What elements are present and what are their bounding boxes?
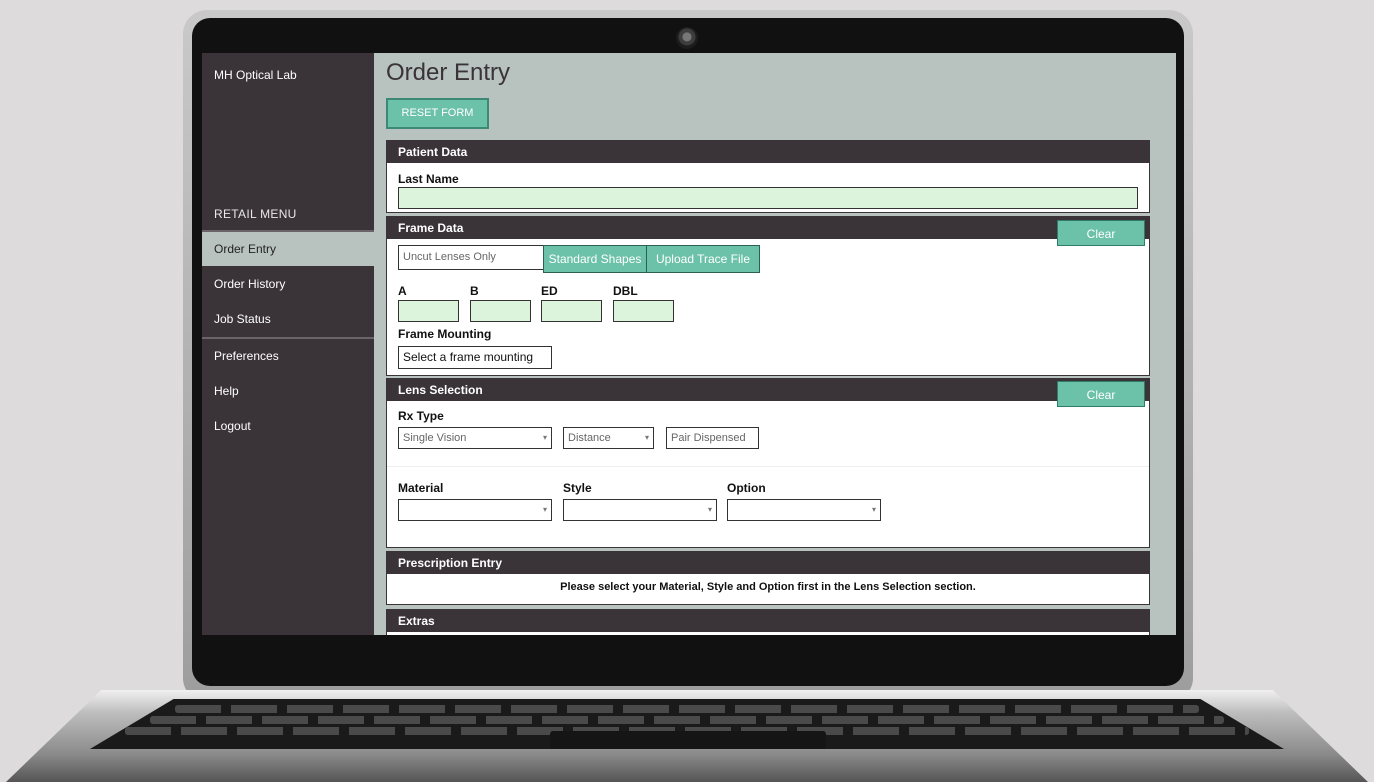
prescription-entry-panel: Prescription Entry Please select your Ma…: [386, 551, 1150, 605]
lens-clear-button[interactable]: Clear: [1057, 381, 1145, 407]
reset-form-button[interactable]: RESET FORM: [386, 98, 489, 129]
extras-panel: Extras: [386, 609, 1150, 635]
dbl-label: DBL: [613, 284, 638, 298]
ed-input[interactable]: [541, 300, 602, 322]
b-label: B: [470, 284, 479, 298]
rx-type-value: Single Vision: [403, 432, 467, 444]
rx-type-select[interactable]: Single Vision ▾: [398, 427, 552, 449]
frame-data-panel: Frame Data Clear Uncut Lenses Only Stand…: [386, 216, 1150, 376]
distance-select[interactable]: Distance ▾: [563, 427, 654, 449]
sidebar: MH Optical Lab RETAIL MENU Order Entry O…: [202, 53, 374, 635]
chevron-down-icon: ▾: [707, 505, 712, 514]
panel-title: Prescription Entry: [387, 552, 1149, 574]
webcam-icon: [676, 27, 698, 49]
panel-title: Extras: [387, 610, 1149, 632]
distance-value: Distance: [568, 432, 611, 444]
sidebar-item-help[interactable]: Help: [202, 374, 374, 408]
upload-trace-file-button[interactable]: Upload Trace File: [646, 245, 760, 273]
prescription-notice: Please select your Material, Style and O…: [560, 581, 976, 593]
rx-type-label: Rx Type: [398, 409, 444, 423]
lens-type-select[interactable]: Uncut Lenses Only: [398, 245, 550, 270]
sidebar-item-logout[interactable]: Logout: [202, 409, 374, 443]
material-select[interactable]: ▾: [398, 499, 552, 521]
option-label: Option: [727, 481, 766, 495]
lens-selection-panel: Lens Selection Clear Rx Type Single Visi…: [386, 378, 1150, 548]
chevron-down-icon: ▾: [644, 433, 649, 442]
pair-select[interactable]: Pair Dispensed: [666, 427, 759, 449]
section-divider: [387, 466, 1149, 467]
sidebar-item-job-status[interactable]: Job Status: [202, 302, 374, 336]
main-content: Order Entry RESET FORM Patient Data Last…: [386, 53, 1176, 635]
style-select[interactable]: ▾: [563, 499, 717, 521]
panel-title: Patient Data: [387, 141, 1149, 163]
app-screen: MH Optical Lab RETAIL MENU Order Entry O…: [202, 53, 1176, 635]
sidebar-item-order-entry[interactable]: Order Entry: [202, 232, 374, 266]
style-label: Style: [563, 481, 592, 495]
trackpad: [550, 731, 826, 749]
frame-mounting-select[interactable]: Select a frame mounting: [398, 346, 552, 369]
dbl-input[interactable]: [613, 300, 674, 322]
b-input[interactable]: [470, 300, 531, 322]
sidebar-item-order-history[interactable]: Order History: [202, 267, 374, 301]
key-row: [175, 705, 1199, 713]
page-title: Order Entry: [386, 59, 511, 86]
sidebar-item-preferences[interactable]: Preferences: [202, 339, 374, 373]
standard-shapes-button[interactable]: Standard Shapes: [543, 245, 647, 273]
last-name-label: Last Name: [398, 172, 459, 186]
last-name-input[interactable]: [398, 187, 1138, 209]
a-input[interactable]: [398, 300, 459, 322]
chevron-down-icon: ▾: [542, 505, 547, 514]
frame-clear-button[interactable]: Clear: [1057, 220, 1145, 246]
option-select[interactable]: ▾: [727, 499, 881, 521]
panel-title: Lens Selection: [387, 379, 1149, 401]
frame-mounting-label: Frame Mounting: [398, 327, 492, 341]
a-label: A: [398, 284, 407, 298]
chevron-down-icon: ▾: [871, 505, 876, 514]
key-row: [150, 716, 1224, 724]
ed-label: ED: [541, 284, 558, 298]
material-label: Material: [398, 481, 444, 495]
pair-value: Pair Dispensed: [671, 432, 746, 444]
retail-menu-heading: RETAIL MENU: [214, 207, 297, 221]
chevron-down-icon: ▾: [542, 433, 547, 442]
panel-title: Frame Data: [387, 217, 1149, 239]
patient-data-panel: Patient Data Last Name: [386, 140, 1150, 213]
brand-label: MH Optical Lab: [214, 68, 297, 82]
lens-type-value: Uncut Lenses Only: [403, 251, 496, 263]
